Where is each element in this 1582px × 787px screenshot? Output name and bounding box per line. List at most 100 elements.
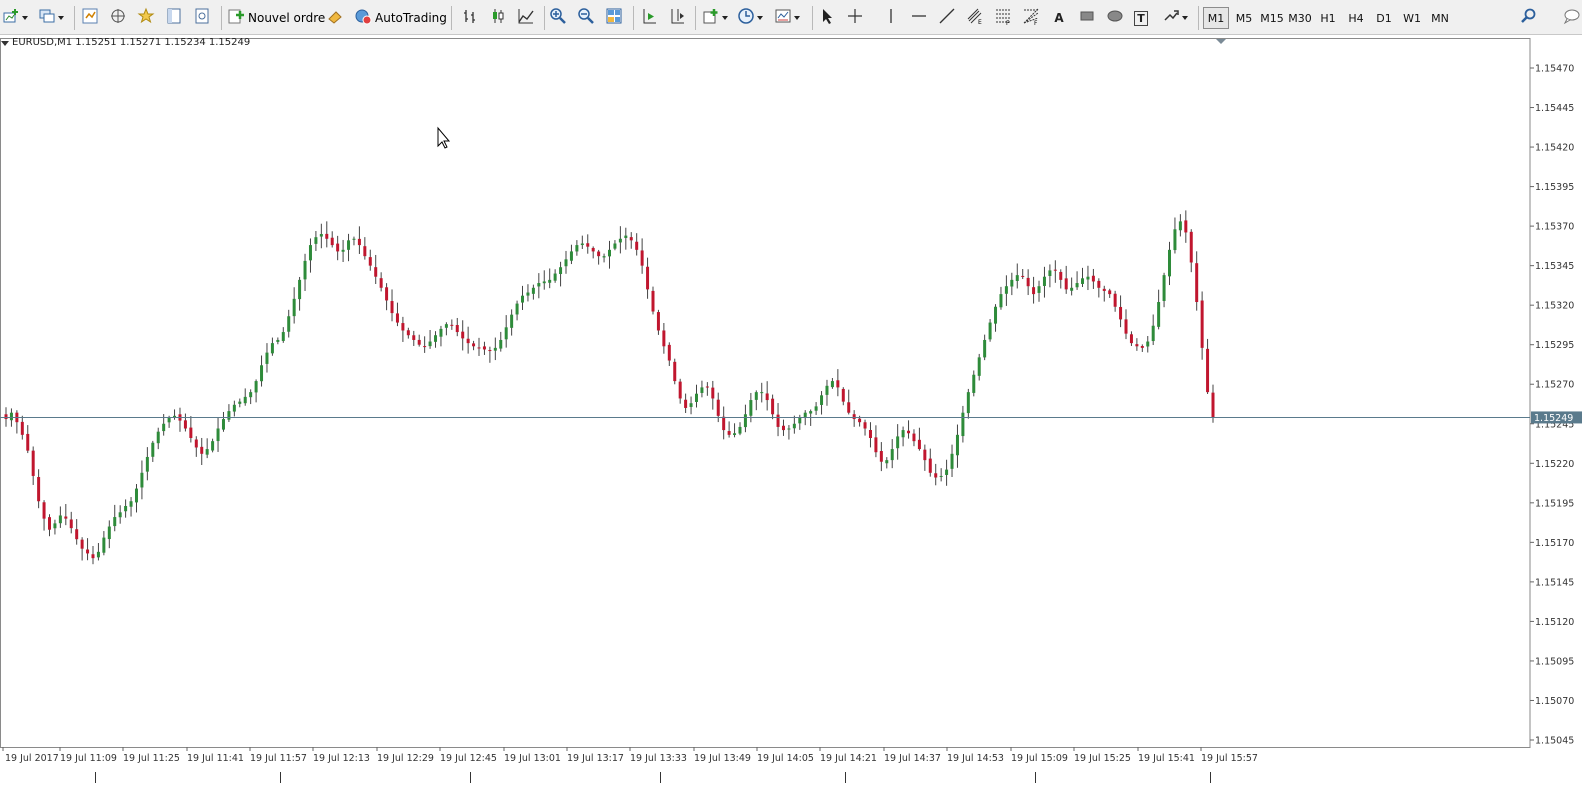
dropdown-arrow-icon (722, 16, 728, 20)
timeframe-m30-button[interactable]: M30 (1287, 7, 1313, 29)
autotrading-button[interactable]: AutoTrading (354, 6, 447, 30)
candle-bull (1015, 275, 1019, 281)
market-watch-button[interactable] (81, 6, 99, 30)
candle-bear (673, 361, 677, 382)
text-button[interactable]: A (1050, 6, 1068, 30)
arrows-icon (1162, 7, 1180, 29)
timeframe-w1-button[interactable]: W1 (1399, 7, 1425, 29)
timeframe-m1-button[interactable]: M1 (1203, 7, 1229, 29)
bottom-tab-divider (1035, 772, 1036, 783)
candlestick-button[interactable] (489, 6, 507, 30)
candle-bull (825, 385, 829, 395)
auto-scroll-button[interactable] (640, 6, 658, 30)
candle-bull (260, 365, 264, 382)
rectangle-button[interactable] (1078, 6, 1096, 30)
candle-bull (107, 526, 111, 540)
strategy-tester-button[interactable] (193, 6, 211, 30)
cursor-button[interactable] (818, 6, 836, 30)
timeframe-d1-button[interactable]: D1 (1371, 7, 1397, 29)
horizontal-line-button[interactable] (910, 6, 928, 30)
candle-bear (656, 312, 660, 331)
fibonacci-fan-button[interactable]: F (1022, 6, 1040, 30)
timeframe-m5-button[interactable]: M5 (1231, 7, 1257, 29)
svg-text:F: F (1006, 20, 1010, 25)
arrows-button[interactable] (1162, 6, 1188, 30)
data-window-button[interactable] (165, 6, 183, 30)
templates-button[interactable] (774, 6, 800, 30)
candle-bear (423, 346, 427, 348)
trendline-button[interactable] (938, 6, 956, 30)
candle-bull (145, 456, 149, 472)
candle-bear (651, 290, 655, 312)
candle-bull (319, 234, 323, 237)
timeframe-h1-button[interactable]: H1 (1315, 7, 1341, 29)
candle-bull (113, 517, 117, 527)
search-button[interactable] (1520, 6, 1538, 30)
line-chart-button[interactable] (517, 6, 535, 30)
candle-bear (20, 421, 24, 435)
indicators-button[interactable] (702, 6, 728, 30)
candle-bear (363, 246, 367, 257)
y-axis-label: 1.15320 (1535, 301, 1574, 312)
candle-bear (640, 250, 644, 266)
candle-bull (1081, 278, 1085, 284)
dropdown-arrow-icon (22, 16, 28, 20)
candle-bull (281, 332, 285, 341)
candle-bear (934, 473, 938, 478)
candle-bear (776, 414, 780, 427)
candle-bull (1168, 249, 1172, 277)
new-chart-button[interactable] (2, 6, 28, 30)
zoom-in-button[interactable] (549, 6, 567, 30)
candle-bear (325, 233, 329, 239)
candle-bear (330, 237, 334, 246)
chart-menu-caret-icon[interactable] (1, 41, 9, 46)
bar-chart-icon (461, 7, 479, 29)
bar-chart-button[interactable] (461, 6, 479, 30)
candle-bear (917, 439, 921, 450)
candle-bull (972, 374, 976, 393)
candle-bull (613, 243, 617, 249)
text-label-button[interactable]: T (1134, 6, 1148, 30)
profiles-button[interactable] (38, 6, 64, 30)
candle-bull (689, 403, 693, 407)
crosshair-button[interactable] (846, 6, 864, 30)
candle-bull (428, 341, 432, 347)
equidistant-channel-button[interactable]: E (966, 6, 984, 30)
vertical-line-icon (882, 7, 900, 29)
candle-bull (221, 419, 225, 430)
new-order-button[interactable]: Nouvel ordre (227, 6, 325, 30)
metaeditor-button[interactable] (326, 6, 344, 30)
candle-bear (1053, 269, 1057, 271)
candle-bull (1162, 275, 1166, 301)
y-axis-label: 1.15370 (1535, 222, 1574, 233)
timeframe-m15-button[interactable]: M15 (1259, 7, 1285, 29)
chat-button[interactable] (1562, 6, 1580, 30)
candle-bull (575, 245, 579, 252)
zoom-out-button[interactable] (577, 6, 595, 30)
svg-text:E: E (978, 19, 982, 25)
horizontal-line-icon (910, 7, 928, 29)
favorites-button[interactable] (137, 6, 155, 30)
candle-bull (1178, 221, 1182, 231)
periods-button[interactable] (737, 6, 763, 30)
chart-window[interactable]: 1.15470 1.15445 1.15420 1.15395 1.15370 1.153… (0, 35, 1582, 783)
candle-bear (923, 449, 927, 461)
timeframe-mn-button[interactable]: MN (1427, 7, 1453, 29)
candle-bull (961, 412, 965, 437)
candle-bear (591, 247, 595, 252)
bottom-tab-divider (95, 772, 96, 783)
candle-bear (863, 422, 867, 429)
price-chart[interactable]: 1.15470 1.15445 1.15420 1.15395 1.15370 1.153… (0, 35, 1582, 783)
vertical-line-button[interactable] (882, 6, 900, 30)
candle-bull (1048, 270, 1052, 277)
dropdown-arrow-icon (794, 16, 800, 20)
fibonacci-retracement-button[interactable]: F (994, 6, 1012, 30)
chart-shift-button[interactable] (668, 6, 686, 30)
new-chart-icon (2, 7, 20, 29)
candle-bear (488, 350, 492, 352)
tile-windows-button[interactable] (605, 6, 623, 30)
timeframe-h4-button[interactable]: H4 (1343, 7, 1369, 29)
navigator-button[interactable] (109, 6, 127, 30)
candle-bull (994, 306, 998, 324)
ellipse-button[interactable] (1106, 6, 1124, 30)
